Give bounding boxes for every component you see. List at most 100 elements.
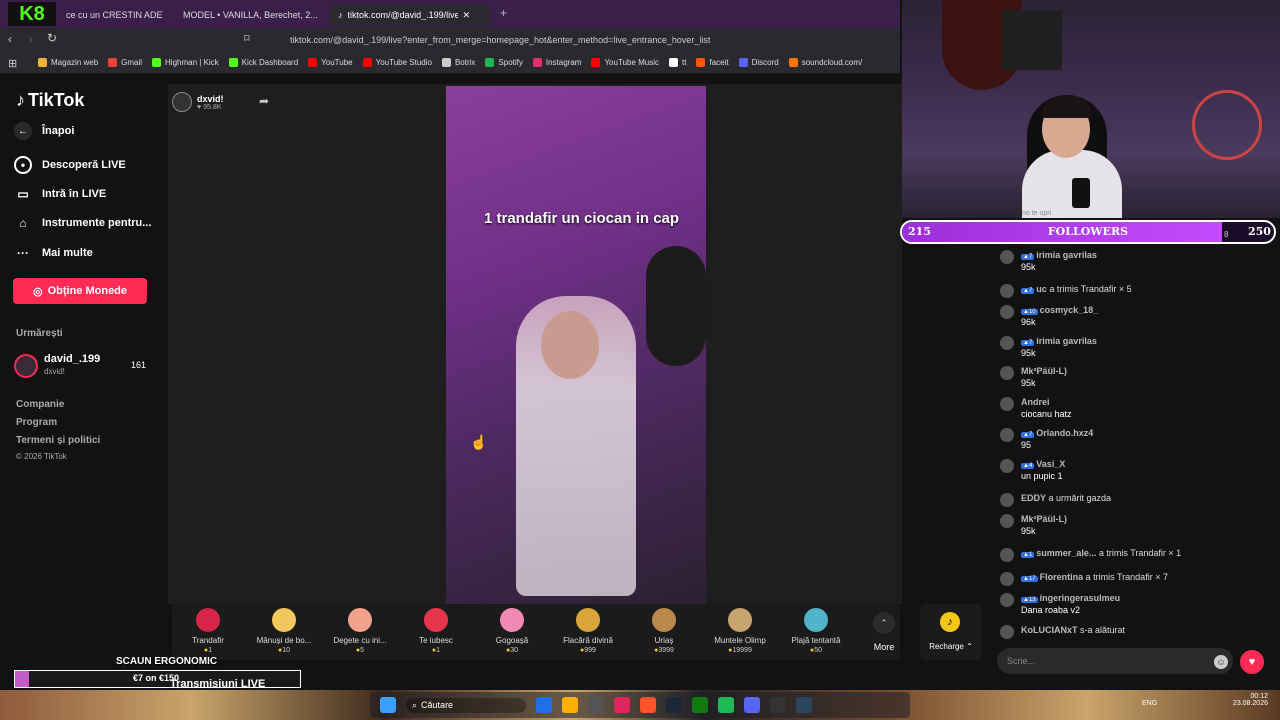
gift-item[interactable]: Uriaș ●3999	[628, 606, 700, 654]
bookmark-item[interactable]: soundcloud.com/	[788, 58, 862, 67]
taskbar-search[interactable]: ⌕ Căutare	[406, 697, 526, 713]
like-heart-button[interactable]: ♥	[1240, 650, 1264, 674]
gift-item[interactable]: Mănuși de bo... ●10	[248, 606, 320, 654]
gift-item[interactable]: Te iubesc ●1	[400, 606, 472, 654]
back-button[interactable]: ← Înapoi	[14, 122, 74, 140]
chat-username[interactable]: Mk²Päül-L)	[1021, 514, 1067, 524]
folder-icon[interactable]	[562, 697, 578, 713]
bookmark-item[interactable]: faceit	[696, 58, 729, 67]
share-icon[interactable]: ➦	[259, 94, 269, 108]
forward-arrow-icon[interactable]: ›	[29, 32, 33, 46]
bookmark-item[interactable]: Discord	[738, 58, 779, 67]
heart-icon: ♥	[1248, 656, 1256, 668]
clock-date: 23.08.2026	[1232, 700, 1268, 707]
sidebar-item-go-live[interactable]: ▭ Intră în LIVE	[14, 185, 106, 203]
streamer-head	[541, 311, 599, 379]
copyright: © 2026 TikTok	[16, 452, 67, 461]
reload-icon[interactable]: ↻	[47, 31, 57, 45]
get-coins-button[interactable]: ◎ Obține Monede	[13, 278, 147, 304]
chat-username[interactable]: irimia gavrilas	[1036, 336, 1097, 346]
gift-icon	[728, 608, 752, 632]
chat-username[interactable]: uc	[1036, 284, 1047, 294]
bookmark-label: tt	[682, 58, 687, 67]
bookmark-label: Kick Dashboard	[241, 58, 299, 67]
bookmark-item[interactable]: Instagram	[532, 58, 581, 67]
url-field[interactable]: tiktok.com/@david_.199/live?enter_from_m…	[270, 30, 890, 50]
bookmark-icon	[485, 58, 495, 67]
chat-username[interactable]: Orlando.hxz4	[1036, 428, 1093, 438]
gift-item[interactable]: Degete cu ini... ●5	[324, 606, 396, 654]
footer-link-terms[interactable]: Termeni și politici	[16, 435, 100, 446]
gift-item[interactable]: Flacără divină ●999	[552, 606, 624, 654]
chat-username[interactable]: ingeringerasulmeu	[1040, 593, 1121, 603]
taskbar-app-icon[interactable]	[614, 697, 630, 713]
chevron-up-icon[interactable]: ⌃	[873, 612, 895, 634]
chat-username[interactable]: Florentina	[1040, 572, 1084, 582]
bookmark-item[interactable]: Highman | Kick	[152, 58, 219, 67]
sidebar-item-discover-live[interactable]: • Descoperă LIVE	[14, 156, 126, 174]
bookmark-item[interactable]: Gmail	[108, 58, 142, 67]
chat-text: 95k	[1021, 378, 1036, 388]
gift-name: Mănuși de bo...	[256, 636, 312, 645]
gift-more-button[interactable]: More	[868, 642, 900, 652]
gift-item[interactable]: Gogoașă ●30	[476, 606, 548, 654]
language-indicator[interactable]: ENG	[1142, 700, 1157, 707]
steam-icon[interactable]	[796, 697, 812, 713]
chat-username[interactable]: irimia gavrilas	[1036, 250, 1097, 260]
chat-username[interactable]: cosmyck_18_	[1040, 305, 1099, 315]
back-arrow-icon[interactable]: ‹	[8, 32, 12, 46]
tab-label: tiktok.com/@david_.199/live?...	[347, 10, 458, 20]
browser-tab-2[interactable]: MODEL • VANILLA, Berechet, 2...	[170, 4, 320, 26]
obs-icon[interactable]	[770, 697, 786, 713]
sidebar-item-more[interactable]: ··· Mai multe	[14, 244, 93, 262]
bookmark-icon[interactable]: ⌑	[244, 32, 250, 45]
taskbar-app-icon[interactable]	[588, 697, 604, 713]
xbox-icon[interactable]	[692, 697, 708, 713]
recharge-label: Recharge ⌃	[929, 642, 973, 651]
new-tab-button[interactable]: +	[500, 6, 507, 20]
bookmark-item[interactable]: YouTube Music	[591, 58, 659, 67]
streamer-info[interactable]: dxvid! ♥ 95.8K	[172, 90, 250, 114]
chat-username[interactable]: Andrei	[1021, 397, 1050, 407]
footer-link-program[interactable]: Program	[16, 417, 57, 428]
bookmark-item[interactable]: Magazin web	[38, 58, 98, 67]
gift-item[interactable]: Plajă tentantă ●50	[780, 606, 852, 654]
bookmark-item[interactable]: Botrix	[441, 58, 475, 67]
bookmark-item[interactable]: Spotify	[485, 58, 523, 67]
close-tab-icon[interactable]: ✕	[463, 10, 471, 21]
recharge-panel[interactable]: ♪ Recharge ⌃	[920, 604, 982, 660]
chat-username[interactable]: summer_ale...	[1036, 548, 1096, 558]
chat-username[interactable]: Mk²Päül-L)	[1021, 366, 1067, 376]
gift-item[interactable]: Trandafir ●1	[172, 606, 244, 654]
bookmark-item[interactable]: Kick Dashboard	[228, 58, 299, 67]
browser-tab-3-active[interactable]: ♪ tiktok.com/@david_.199/live?... ✕	[330, 4, 490, 26]
spotify-icon[interactable]	[718, 697, 734, 713]
gift-price: ●30	[505, 647, 519, 654]
chat-input[interactable]: Scrie...	[997, 648, 1233, 674]
tab-label: MODEL • VANILLA, Berechet, 2...	[183, 10, 318, 20]
browser-tab-1[interactable]: ce cu un CRESTIN ADEVARAT	[58, 4, 163, 26]
apps-grid-icon[interactable]: ⊞	[8, 57, 17, 70]
gift-item[interactable]: Muntele Olimp ●19999	[704, 606, 776, 654]
taskbar-app-icon[interactable]	[536, 697, 552, 713]
bookmark-item[interactable]: YouTube Studio	[362, 58, 432, 67]
live-video[interactable]	[446, 86, 706, 604]
chat-username[interactable]: EDDY	[1021, 493, 1046, 503]
brave-icon[interactable]	[640, 697, 656, 713]
chat-username[interactable]: KoLUCIANxT	[1021, 625, 1078, 635]
footer-link-company[interactable]: Companie	[16, 399, 64, 410]
clock[interactable]: 00:12 23.08.2026	[1222, 693, 1268, 707]
bookmark-icon	[152, 58, 162, 67]
sidebar-item-label: Intră în LIVE	[42, 188, 107, 200]
tiktok-logo[interactable]: ♪ TikTok	[16, 90, 84, 111]
following-user-row[interactable]: david_.199 dxvid! 161	[14, 352, 162, 380]
emoji-icon[interactable]: ☺	[1214, 655, 1228, 669]
sidebar-item-tools[interactable]: ⌂ Instrumente pentru...	[14, 214, 151, 232]
steam-icon[interactable]	[666, 697, 682, 713]
discord-icon[interactable]	[744, 697, 760, 713]
bookmark-item[interactable]: tt	[669, 58, 686, 67]
bookmark-item[interactable]: YouTube	[308, 58, 353, 67]
chat-username[interactable]: Vasi_X	[1036, 459, 1065, 469]
windows-start-icon[interactable]	[380, 697, 396, 713]
goal-extra: 8	[1224, 230, 1229, 239]
